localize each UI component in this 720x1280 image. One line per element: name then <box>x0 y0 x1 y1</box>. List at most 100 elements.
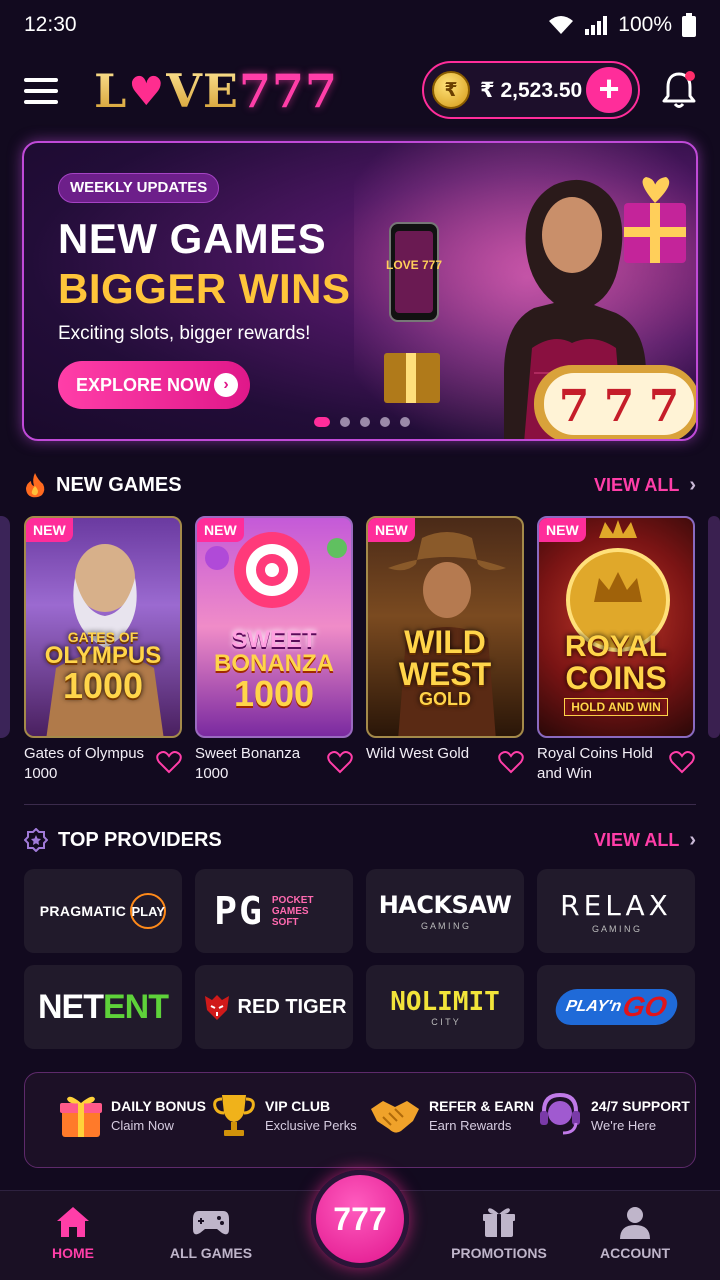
carousel-dot[interactable] <box>360 417 370 427</box>
providers-view-all[interactable]: VIEW ALL › <box>594 829 696 852</box>
game-title[interactable]: Gates of Olympus 1000 <box>24 744 152 784</box>
fire-icon <box>26 473 45 498</box>
app-header: L ♥ VE 777 ₹ ₹ 2,523.50 + <box>0 58 720 124</box>
hamburger-menu-icon[interactable] <box>24 78 58 104</box>
gift-icon <box>483 1208 515 1237</box>
nav-promotions[interactable]: PROMOTIONS <box>444 1205 554 1261</box>
promo-banner[interactable]: LOVE 777 7 7 7 WEEKLY UPDATES NEW GAMES … <box>22 141 698 441</box>
gift-icon <box>60 1096 102 1137</box>
art-line3: GOLD <box>419 689 471 709</box>
provider-name: PRAGMATIC <box>39 903 127 919</box>
home-icon <box>57 1207 89 1237</box>
provider-red-tiger[interactable]: RED TIGER <box>195 965 353 1049</box>
provider-name: PG <box>214 889 264 933</box>
provider-pg-soft[interactable]: PG POCKET GAMES SOFT <box>195 869 353 953</box>
carousel-dots <box>314 417 410 427</box>
art-line3: HOLD AND WIN <box>564 698 668 716</box>
notification-bell-icon[interactable] <box>660 70 698 110</box>
game-thumbnail[interactable]: SWEET BONANZA 1000 NEW <box>195 516 353 738</box>
art-line3: 1000 <box>62 665 144 706</box>
add-funds-button[interactable]: + <box>586 67 632 113</box>
headset-icon <box>540 1092 580 1135</box>
reel-digit-2: 7 <box>604 381 635 432</box>
feature-support[interactable]: 24/7 SUPPORT We're Here <box>537 1091 690 1139</box>
game-art-title: WILD WEST GOLD <box>368 626 522 708</box>
favorite-heart-icon[interactable] <box>498 750 524 774</box>
user-icon <box>620 1207 650 1239</box>
game-card-wild-west-gold[interactable]: WILD WEST GOLD NEW Wild West Gold <box>366 516 524 774</box>
new-badge: NEW <box>539 518 586 542</box>
new-games-carousel[interactable]: GATES OF OLYMPUS 1000 NEW Gates of Olymp… <box>0 516 720 786</box>
provider-hacksaw[interactable]: HACKSAW G A M I N G <box>366 869 524 953</box>
tiger-icon <box>204 995 229 1020</box>
provider-pragmatic-play[interactable]: PRAGMATIC PLAY <box>24 869 182 953</box>
art-line2: WEST <box>398 656 492 692</box>
center-777-button[interactable]: 777 <box>311 1170 409 1268</box>
new-games-view-all[interactable]: VIEW ALL › <box>594 474 696 497</box>
game-thumbnail[interactable]: WILD WEST GOLD NEW <box>366 516 524 738</box>
banner-phone-logo: LOVE 777 <box>386 258 442 272</box>
new-games-label: NEW GAMES <box>56 473 182 496</box>
nav-account[interactable]: ACCOUNT <box>580 1205 690 1261</box>
view-all-label: VIEW ALL <box>594 474 680 495</box>
game-card-partial[interactable] <box>708 516 720 738</box>
art-line1: WILD <box>404 624 486 660</box>
status-time: 12:30 <box>24 13 77 36</box>
game-thumbnail[interactable]: ROYAL COINS HOLD AND WIN NEW <box>537 516 695 738</box>
new-badge: NEW <box>197 518 244 542</box>
provider-sub: GO <box>620 991 670 1022</box>
nav-promotions-label: PROMOTIONS <box>451 1245 547 1261</box>
game-card-gates-of-olympus[interactable]: GATES OF OLYMPUS 1000 NEW Gates of Olymp… <box>24 516 182 784</box>
banner-subtitle: Exciting slots, bigger rewards! <box>58 323 311 344</box>
game-card-partial[interactable] <box>0 516 10 738</box>
art-line3: 1000 <box>233 673 315 714</box>
provider-sub: POCKET GAMES SOFT <box>271 894 314 928</box>
provider-sub: G A M I N G <box>591 923 640 934</box>
game-title[interactable]: Royal Coins Hold and Win <box>537 744 665 784</box>
battery-percent: 100% <box>618 13 672 36</box>
game-art-title: ROYAL COINS HOLD AND WIN <box>539 632 693 716</box>
banner-title-line1: NEW GAMES <box>58 215 327 262</box>
game-title[interactable]: Wild West Gold <box>366 744 494 764</box>
favorite-heart-icon[interactable] <box>156 750 182 774</box>
favorite-heart-icon[interactable] <box>327 750 353 774</box>
carousel-dot[interactable] <box>380 417 390 427</box>
provider-name: RELAX <box>560 888 672 922</box>
app-logo[interactable]: L ♥ VE 777 <box>94 64 338 118</box>
carousel-dot[interactable] <box>400 417 410 427</box>
provider-nolimit-city[interactable]: NOLIMIT C I T Y <box>366 965 524 1049</box>
provider-play-n-go[interactable]: PLAY'n GO <box>537 965 695 1049</box>
feature-refer-earn[interactable]: REFER & EARN Earn Rewards <box>369 1091 534 1139</box>
nav-home[interactable]: HOME <box>18 1205 128 1261</box>
game-art-title: GATES OF OLYMPUS 1000 <box>26 630 180 704</box>
top-providers-label: TOP PROVIDERS <box>58 828 222 851</box>
wallet-balance[interactable]: ₹ ₹ 2,523.50 + <box>422 61 640 119</box>
favorite-heart-icon[interactable] <box>669 750 695 774</box>
new-games-header: NEW GAMES VIEW ALL › <box>24 470 696 500</box>
carousel-dot[interactable] <box>314 417 330 427</box>
chevron-right-icon: › <box>689 473 696 496</box>
explore-now-button[interactable]: EXPLORE NOW › <box>58 361 250 409</box>
reel-digit-3: 7 <box>649 381 680 432</box>
feature-vip-club[interactable]: VIP CLUB Exclusive Perks <box>211 1091 357 1139</box>
reel-digit-1: 7 <box>559 381 590 432</box>
carousel-dot[interactable] <box>340 417 350 427</box>
provider-sub: ENT <box>103 987 169 1026</box>
gamepad-icon <box>193 1211 229 1235</box>
new-games-title: NEW GAMES <box>24 472 182 498</box>
game-card-sweet-bonanza[interactable]: SWEET BONANZA 1000 NEW Sweet Bonanza 100… <box>195 516 353 784</box>
provider-netent[interactable]: NET ENT <box>24 965 182 1049</box>
feature-title: REFER & EARN <box>429 1097 535 1114</box>
feature-daily-bonus[interactable]: DAILY BONUS Claim Now <box>59 1091 206 1139</box>
chevron-right-icon: › <box>689 828 696 851</box>
top-providers-header: TOP PROVIDERS VIEW ALL › <box>24 825 696 855</box>
art-line2: COINS <box>565 660 667 696</box>
provider-relax[interactable]: RELAX G A M I N G <box>537 869 695 953</box>
weekly-updates-badge: WEEKLY UPDATES <box>58 173 220 203</box>
game-title[interactable]: Sweet Bonanza 1000 <box>195 744 323 784</box>
game-card-royal-coins[interactable]: ROYAL COINS HOLD AND WIN NEW Royal Coins… <box>537 516 695 784</box>
banner-artwork: LOVE 777 7 7 7 <box>354 143 696 439</box>
nav-all-games[interactable]: ALL GAMES <box>156 1205 266 1261</box>
feature-title: 24/7 SUPPORT <box>591 1097 690 1114</box>
game-thumbnail[interactable]: GATES OF OLYMPUS 1000 NEW <box>24 516 182 738</box>
